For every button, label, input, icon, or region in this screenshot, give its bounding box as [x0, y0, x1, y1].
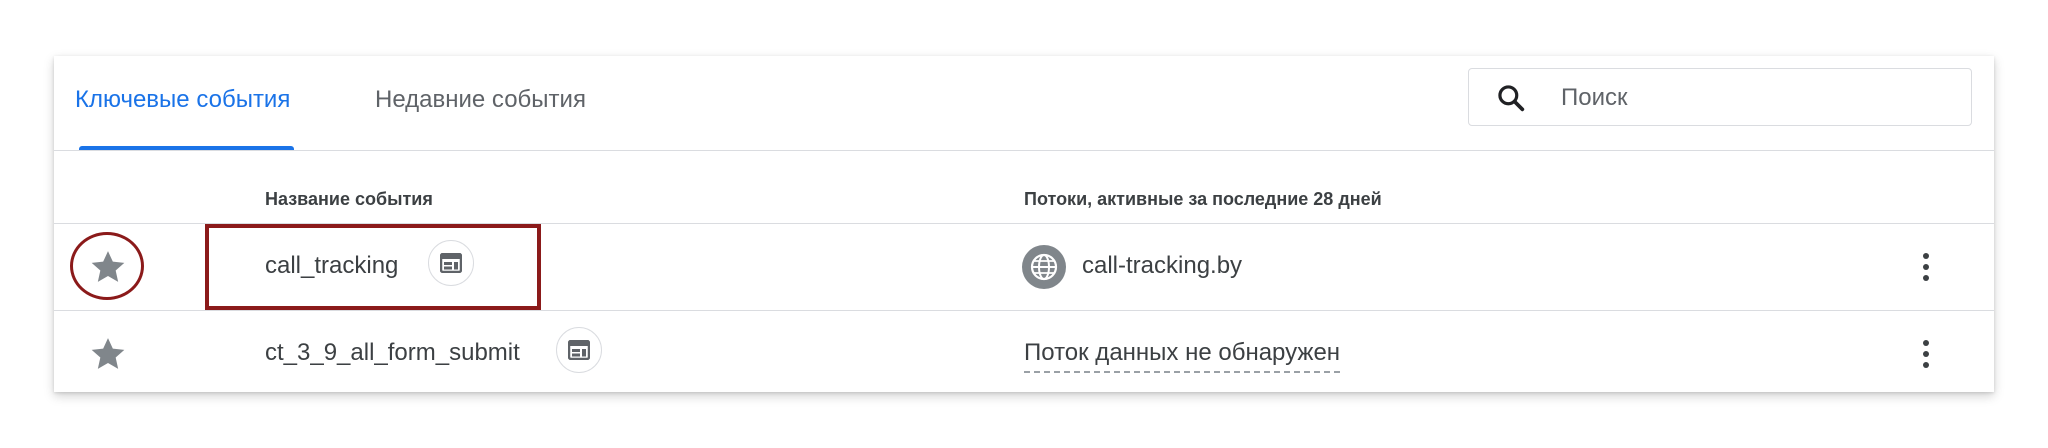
- more-vert-icon[interactable]: [1914, 250, 1938, 284]
- table-row: call_tracking call-tracking.by: [54, 224, 1994, 311]
- table-row: ct_3_9_all_form_submit Поток данных не о…: [54, 311, 1994, 397]
- search-icon: [1498, 85, 1525, 112]
- tab-recent-events[interactable]: Недавние события: [375, 86, 586, 150]
- tab-bar: Ключевые события Недавние события: [54, 56, 1994, 151]
- events-card: Ключевые события Недавние события Назван…: [54, 56, 1994, 392]
- globe-icon: [1022, 245, 1066, 289]
- event-name[interactable]: call_tracking: [265, 252, 398, 280]
- event-name[interactable]: ct_3_9_all_form_submit: [265, 339, 520, 367]
- star-icon[interactable]: [88, 334, 128, 374]
- search-input[interactable]: [1559, 77, 1953, 119]
- star-icon[interactable]: [88, 247, 128, 287]
- tab-key-events[interactable]: Ключевые события: [75, 86, 295, 150]
- stream-name: call-tracking.by: [1082, 252, 1243, 279]
- no-stream-link[interactable]: Поток данных не обнаружен: [1024, 339, 1341, 373]
- search-box[interactable]: [1468, 68, 1972, 126]
- column-header-streams: Потоки, активные за последние 28 дней: [1024, 189, 1382, 209]
- column-header-event-name: Название события: [265, 189, 433, 209]
- web-event-icon: [428, 240, 474, 286]
- web-event-icon: [556, 327, 602, 373]
- table-header: Название события Потоки, активные за пос…: [54, 151, 1994, 224]
- more-vert-icon[interactable]: [1914, 337, 1938, 371]
